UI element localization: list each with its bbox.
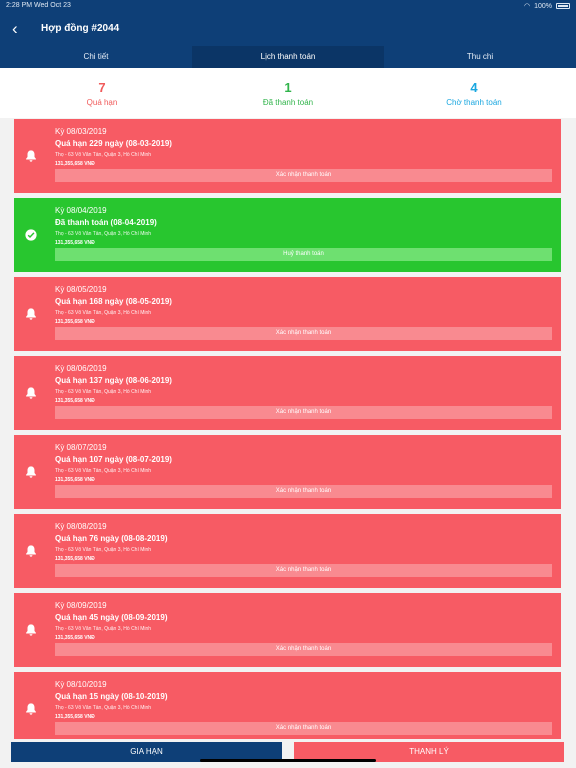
battery-percent: 100% bbox=[534, 2, 552, 10]
card-period: Kỳ 08/06/2019 bbox=[55, 364, 107, 373]
bell-icon bbox=[26, 703, 36, 715]
card-amount: 131,355,658 VNĐ bbox=[55, 161, 95, 167]
paid-count: 1 bbox=[284, 80, 292, 95]
overdue-count: 7 bbox=[98, 80, 106, 95]
battery-icon bbox=[556, 3, 570, 9]
card-status: Quá hạn 107 ngày (08-07-2019) bbox=[55, 455, 172, 464]
waiting-label: Chờ thanh toán bbox=[446, 98, 502, 107]
waiting-stat: 4 Chờ thanh toán bbox=[414, 80, 534, 107]
card-period: Kỳ 08/04/2019 bbox=[55, 206, 107, 215]
bell-icon bbox=[26, 150, 36, 162]
tab-payment-schedule[interactable]: Lịch thanh toán bbox=[192, 46, 384, 68]
card-amount: 131,355,658 VNĐ bbox=[55, 398, 95, 404]
card-address: Thọ - 63 Võ Văn Tần, Quận 3, Hồ Chí Minh bbox=[55, 547, 152, 553]
card-amount: 131,355,658 VNĐ bbox=[55, 714, 95, 720]
card-address: Thọ - 63 Võ Văn Tần, Quận 3, Hồ Chí Minh bbox=[55, 231, 152, 237]
back-chevron-icon[interactable]: ‹ bbox=[12, 20, 30, 38]
waiting-count: 4 bbox=[470, 80, 478, 95]
card-period: Kỳ 08/08/2019 bbox=[55, 522, 107, 531]
card-status: Quá hạn 76 ngày (08-08-2019) bbox=[55, 534, 168, 543]
check-circle-icon bbox=[25, 229, 37, 241]
card-address: Thọ - 63 Võ Văn Tần, Quận 3, Hồ Chí Minh bbox=[55, 626, 152, 632]
cancel-payment-button[interactable]: Huỷ thanh toán bbox=[55, 248, 552, 261]
tab-income-expense[interactable]: Thu chi bbox=[384, 46, 576, 68]
payment-card: Kỳ 08/07/2019 Quá hạn 107 ngày (08-07-20… bbox=[14, 435, 561, 509]
status-bar: 2:28 PM Wed Oct 23 ◠ 100% bbox=[0, 0, 576, 12]
payment-card: Kỳ 08/09/2019 Quá hạn 45 ngày (08-09-201… bbox=[14, 593, 561, 667]
status-right: ◠ 100% bbox=[524, 2, 570, 10]
bell-icon bbox=[26, 624, 36, 636]
status-date: Wed Oct 23 bbox=[34, 2, 71, 9]
app-header: 2:28 PM Wed Oct 23 ◠ 100% ‹ Hợp đồng #20… bbox=[0, 0, 576, 68]
status-time-value: 2:28 PM bbox=[6, 2, 33, 9]
card-status: Quá hạn 15 ngày (08-10-2019) bbox=[55, 692, 168, 701]
confirm-payment-button[interactable]: Xác nhận thanh toán bbox=[55, 327, 552, 340]
payment-list[interactable]: Kỳ 08/03/2019 Quá hạn 229 ngày (08-03-20… bbox=[14, 119, 561, 739]
home-indicator[interactable] bbox=[200, 759, 376, 762]
payment-card: Kỳ 08/03/2019 Quá hạn 229 ngày (08-03-20… bbox=[14, 119, 561, 193]
bell-icon bbox=[26, 466, 36, 478]
paid-stat: 1 Đã thanh toán bbox=[228, 80, 348, 107]
card-period: Kỳ 08/10/2019 bbox=[55, 680, 107, 689]
card-amount: 131,355,658 VNĐ bbox=[55, 556, 95, 562]
confirm-payment-button[interactable]: Xác nhận thanh toán bbox=[55, 564, 552, 577]
card-address: Thọ - 63 Võ Văn Tần, Quận 3, Hồ Chí Minh bbox=[55, 389, 152, 395]
bell-icon bbox=[26, 308, 36, 320]
card-period: Kỳ 08/03/2019 bbox=[55, 127, 107, 136]
payment-card: Kỳ 08/10/2019 Quá hạn 15 ngày (08-10-201… bbox=[14, 672, 561, 739]
footer-actions: GIA HẠN THANH LÝ bbox=[0, 740, 576, 768]
payment-card: Kỳ 08/06/2019 Quá hạn 137 ngày (08-06-20… bbox=[14, 356, 561, 430]
payment-card: Kỳ 08/08/2019 Quá hạn 76 ngày (08-08-201… bbox=[14, 514, 561, 588]
card-status: Quá hạn 137 ngày (08-06-2019) bbox=[55, 376, 172, 385]
tab-bar: Chi tiết Lịch thanh toán Thu chi bbox=[0, 46, 576, 68]
confirm-payment-button[interactable]: Xác nhận thanh toán bbox=[55, 406, 552, 419]
confirm-payment-button[interactable]: Xác nhận thanh toán bbox=[55, 485, 552, 498]
confirm-payment-button[interactable]: Xác nhận thanh toán bbox=[55, 643, 552, 656]
card-address: Thọ - 63 Võ Văn Tần, Quận 3, Hồ Chí Minh bbox=[55, 310, 152, 316]
tab-details[interactable]: Chi tiết bbox=[0, 46, 192, 68]
confirm-payment-button[interactable]: Xác nhận thanh toán bbox=[55, 722, 552, 735]
card-status: Đã thanh toán (08-04-2019) bbox=[55, 218, 157, 227]
payment-card: Kỳ 08/05/2019 Quá hạn 168 ngày (08-05-20… bbox=[14, 277, 561, 351]
card-period: Kỳ 08/07/2019 bbox=[55, 443, 107, 452]
confirm-payment-button[interactable]: Xác nhận thanh toán bbox=[55, 169, 552, 182]
bell-icon bbox=[26, 545, 36, 557]
overdue-stat: 7 Quá hạn bbox=[42, 80, 162, 107]
card-amount: 131,355,658 VNĐ bbox=[55, 635, 95, 641]
card-address: Thọ - 63 Võ Văn Tần, Quận 3, Hồ Chí Minh bbox=[55, 468, 152, 474]
card-amount: 131,355,658 VNĐ bbox=[55, 477, 95, 483]
card-period: Kỳ 08/05/2019 bbox=[55, 285, 107, 294]
card-amount: 131,355,658 VNĐ bbox=[55, 240, 95, 246]
payment-card: Kỳ 08/04/2019 Đã thanh toán (08-04-2019)… bbox=[14, 198, 561, 272]
status-time: 2:28 PM Wed Oct 23 bbox=[6, 2, 71, 9]
overdue-label: Quá hạn bbox=[86, 98, 118, 107]
card-address: Thọ - 63 Võ Văn Tần, Quận 3, Hồ Chí Minh bbox=[55, 705, 152, 711]
bell-icon bbox=[26, 387, 36, 399]
payment-summary: 7 Quá hạn 1 Đã thanh toán 4 Chờ thanh to… bbox=[0, 68, 576, 118]
card-status: Quá hạn 45 ngày (08-09-2019) bbox=[55, 613, 168, 622]
card-amount: 131,355,658 VNĐ bbox=[55, 319, 95, 325]
card-address: Thọ - 63 Võ Văn Tần, Quận 3, Hồ Chí Minh bbox=[55, 152, 152, 158]
card-status: Quá hạn 229 ngày (08-03-2019) bbox=[55, 139, 172, 148]
page-title: Hợp đồng #2044 bbox=[41, 23, 120, 34]
paid-label: Đã thanh toán bbox=[262, 98, 314, 107]
card-status: Quá hạn 168 ngày (08-05-2019) bbox=[55, 297, 172, 306]
wifi-icon: ◠ bbox=[523, 3, 531, 10]
card-period: Kỳ 08/09/2019 bbox=[55, 601, 107, 610]
